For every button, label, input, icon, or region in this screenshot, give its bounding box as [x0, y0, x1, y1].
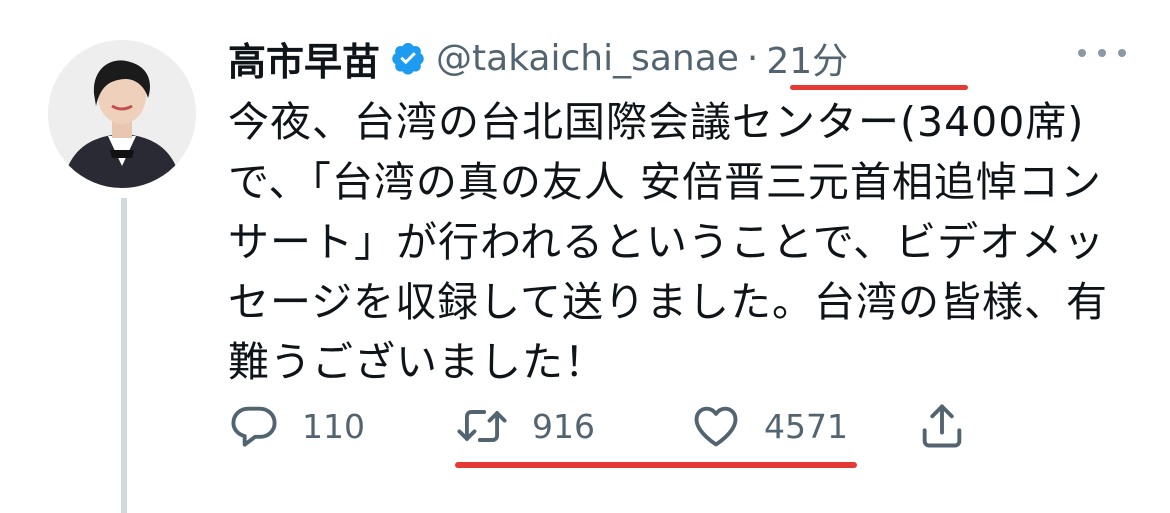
actions-annotation-underline: [455, 462, 857, 468]
tweet-text-line: サート」が行われるということで、ビデオメッ: [228, 218, 1106, 266]
separator-dot: ·: [746, 37, 759, 79]
retweet-icon: [457, 410, 507, 442]
timestamp-annotation-underline: [790, 85, 968, 90]
tweet-text-line: 今夜、台湾の台北国際会議センター(3400席): [228, 98, 1085, 146]
thread-connector-line: [121, 198, 127, 513]
reply-icon: [231, 406, 277, 447]
heart-icon: [694, 406, 738, 447]
tweet-text-line: 難うございました！: [228, 338, 606, 386]
more-options-icon[interactable]: [1072, 38, 1132, 68]
avatar[interactable]: [48, 40, 196, 188]
tweet-timestamp[interactable]: 21分: [766, 32, 848, 84]
retweet-button[interactable]: 916: [454, 398, 595, 454]
display-name[interactable]: 高市早苗: [228, 31, 380, 86]
reply-button[interactable]: 110: [228, 398, 365, 454]
verified-badge-icon: [390, 40, 426, 76]
tweet-text-line: セージを収録して送りました。台湾の皆様、有: [228, 278, 1108, 326]
user-handle[interactable]: @takaichi_sanae: [436, 38, 739, 79]
like-button[interactable]: 4571: [690, 398, 848, 454]
retweet-count: 916: [532, 406, 595, 446]
tweet-text: 今夜、台湾の台北国際会議センター(3400席) で、「台湾の真の友人 安倍晋三元…: [228, 92, 1128, 392]
reply-count: 110: [302, 406, 365, 446]
like-count: 4571: [764, 406, 848, 446]
tweet-header: 高市早苗 @takaichi_sanae · 21分: [228, 30, 848, 86]
avatar-photo: [48, 40, 196, 188]
tweet-actions-bar: 110 916 4571: [228, 398, 988, 454]
share-button[interactable]: [916, 398, 968, 454]
share-icon: [922, 404, 962, 448]
tweet-text-line: で、「台湾の真の友人 安倍晋三元首相追悼コン: [228, 158, 1102, 206]
tweet-card[interactable]: 高市早苗 @takaichi_sanae · 21分 今夜、台湾の台北国際会議セ…: [0, 0, 1170, 513]
